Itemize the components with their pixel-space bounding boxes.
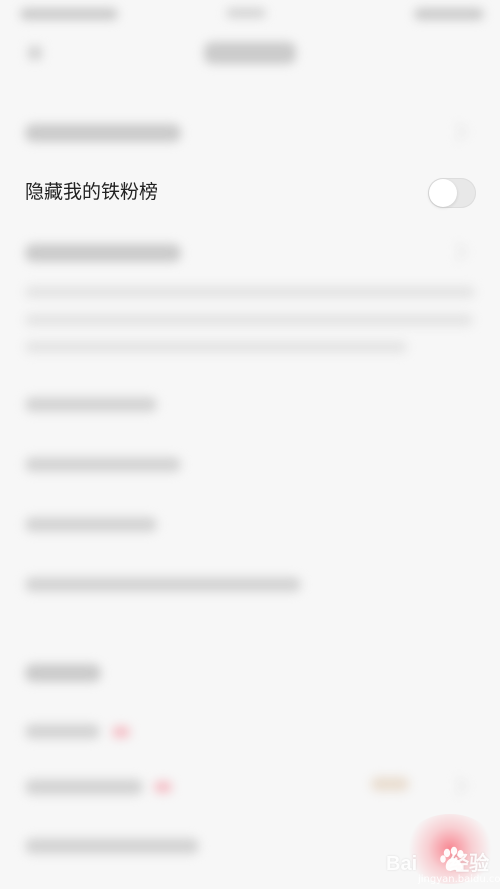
- baidu-jingyan-watermark: Bai经验 jingyan.baidu.com: [386, 846, 500, 885]
- hide-fan-rank-toggle[interactable]: [428, 178, 476, 208]
- watermark-url: jingyan.baidu.com: [418, 874, 500, 885]
- hide-fan-rank-row[interactable]: 隐藏我的铁粉榜: [0, 163, 500, 221]
- baidu-paw-icon: [440, 846, 464, 871]
- blurred-background-content: [0, 0, 500, 889]
- settings-screen: 隐藏我的铁粉榜 Bai经验 jingyan.baidu.com: [0, 0, 500, 889]
- watermark-brand-prefix: Bai: [386, 853, 418, 875]
- hide-fan-rank-label: 隐藏我的铁粉榜: [25, 182, 159, 203]
- toggle-knob: [429, 179, 457, 207]
